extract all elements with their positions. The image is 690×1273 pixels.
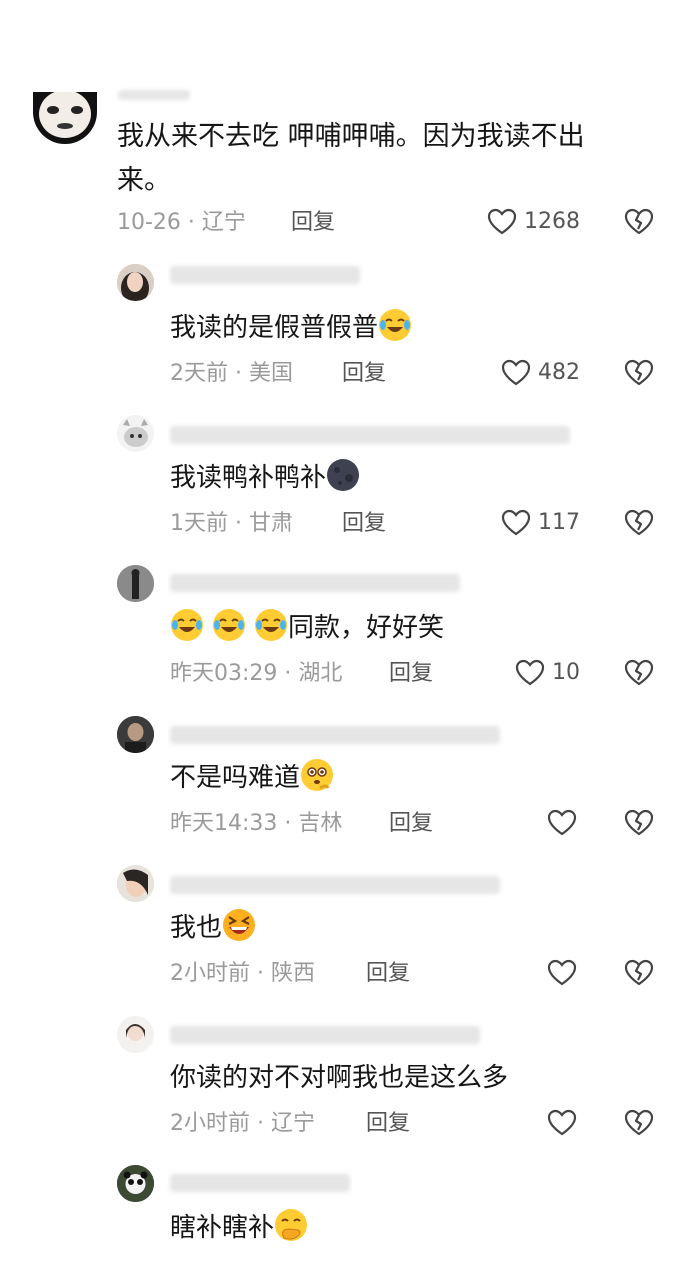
reply-button[interactable]: 回复 [366, 1109, 410, 1139]
thinking-emoji [300, 758, 334, 792]
username-blurred[interactable] [170, 1174, 350, 1192]
comment-text: 我从来不去吃 呷哺呷哺。因为我读不出 [117, 121, 585, 152]
avatar[interactable] [117, 865, 154, 902]
like-button[interactable]: 482 [500, 357, 580, 389]
hand-over-mouth-emoji [274, 1208, 308, 1242]
crying-laugh-emoji [170, 608, 204, 642]
reply-text: 我读鸭补鸭补 [170, 457, 360, 499]
reply-meta: 昨天14:33 · 吉林 [170, 811, 343, 836]
username-blurred[interactable] [170, 574, 460, 592]
broken-heart-icon[interactable] [623, 807, 655, 839]
reply-meta: 2小时前 · 陕西 [170, 961, 315, 986]
username-blurred[interactable] [170, 266, 360, 284]
reply-text: 同款，好好笑 [170, 607, 444, 649]
heart-icon[interactable] [546, 807, 578, 839]
avatar[interactable] [117, 415, 154, 452]
username-blurred[interactable] [118, 90, 190, 100]
reply-meta: 昨天03:29 · 湖北 [170, 661, 343, 686]
like-count: 1268 [524, 209, 580, 234]
reply-meta: 2小时前 · 辽宁 [170, 1111, 315, 1136]
like-count: 10 [552, 660, 580, 685]
like-button[interactable]: 117 [500, 507, 580, 539]
avatar[interactable] [117, 1016, 154, 1053]
reply-button[interactable]: 回复 [342, 359, 386, 389]
like-button[interactable]: 1268 [486, 206, 580, 238]
reply-button[interactable]: 回复 [389, 809, 433, 839]
reply-text: 我也 [170, 907, 256, 949]
avatar[interactable] [117, 264, 154, 301]
dark-moon-emoji [326, 458, 360, 492]
broken-heart-icon[interactable] [623, 507, 655, 539]
heart-icon [486, 206, 518, 238]
reply-text: 不是吗难道 [170, 757, 334, 799]
heart-icon[interactable] [546, 1107, 578, 1139]
reply-text: 我读的是假普假普 [170, 307, 412, 349]
username-blurred[interactable] [170, 1026, 480, 1044]
like-button[interactable]: 10 [514, 657, 580, 689]
avatar[interactable] [33, 92, 97, 144]
username-blurred[interactable] [170, 876, 500, 894]
reply-text: 你读的对不对啊我也是这么多 [170, 1063, 509, 1093]
heart-icon [500, 357, 532, 389]
heart-icon [514, 657, 546, 689]
avatar[interactable] [117, 1165, 154, 1202]
username-blurred[interactable] [170, 426, 570, 444]
broken-heart-icon[interactable] [623, 1107, 655, 1139]
avatar[interactable] [117, 565, 154, 602]
broken-heart-icon[interactable] [623, 957, 655, 989]
username-blurred[interactable] [170, 726, 500, 744]
reply-text: 瞎补瞎补 [170, 1207, 308, 1249]
broken-heart-icon[interactable] [623, 357, 655, 389]
comment-text: 来。 [117, 165, 171, 196]
reply-button[interactable]: 回复 [291, 208, 335, 238]
reply-button[interactable]: 回复 [366, 959, 410, 989]
grinning-squint-emoji [222, 908, 256, 942]
reply-button[interactable]: 回复 [389, 659, 433, 689]
heart-icon[interactable] [546, 957, 578, 989]
reply-button[interactable]: 回复 [342, 509, 386, 539]
broken-heart-icon[interactable] [623, 657, 655, 689]
reply-meta: 1天前 · 甘肃 [170, 511, 293, 536]
crying-laugh-emoji [212, 608, 246, 642]
avatar[interactable] [117, 716, 154, 753]
reply-meta: 2天前 · 美国 [170, 361, 293, 386]
broken-heart-icon[interactable] [623, 206, 655, 238]
heart-icon [500, 507, 532, 539]
comment-meta: 10-26 · 辽宁 [117, 210, 246, 235]
crying-laugh-emoji [378, 308, 412, 342]
crying-laugh-emoji [254, 608, 288, 642]
like-count: 117 [538, 510, 580, 535]
like-count: 482 [538, 360, 580, 385]
